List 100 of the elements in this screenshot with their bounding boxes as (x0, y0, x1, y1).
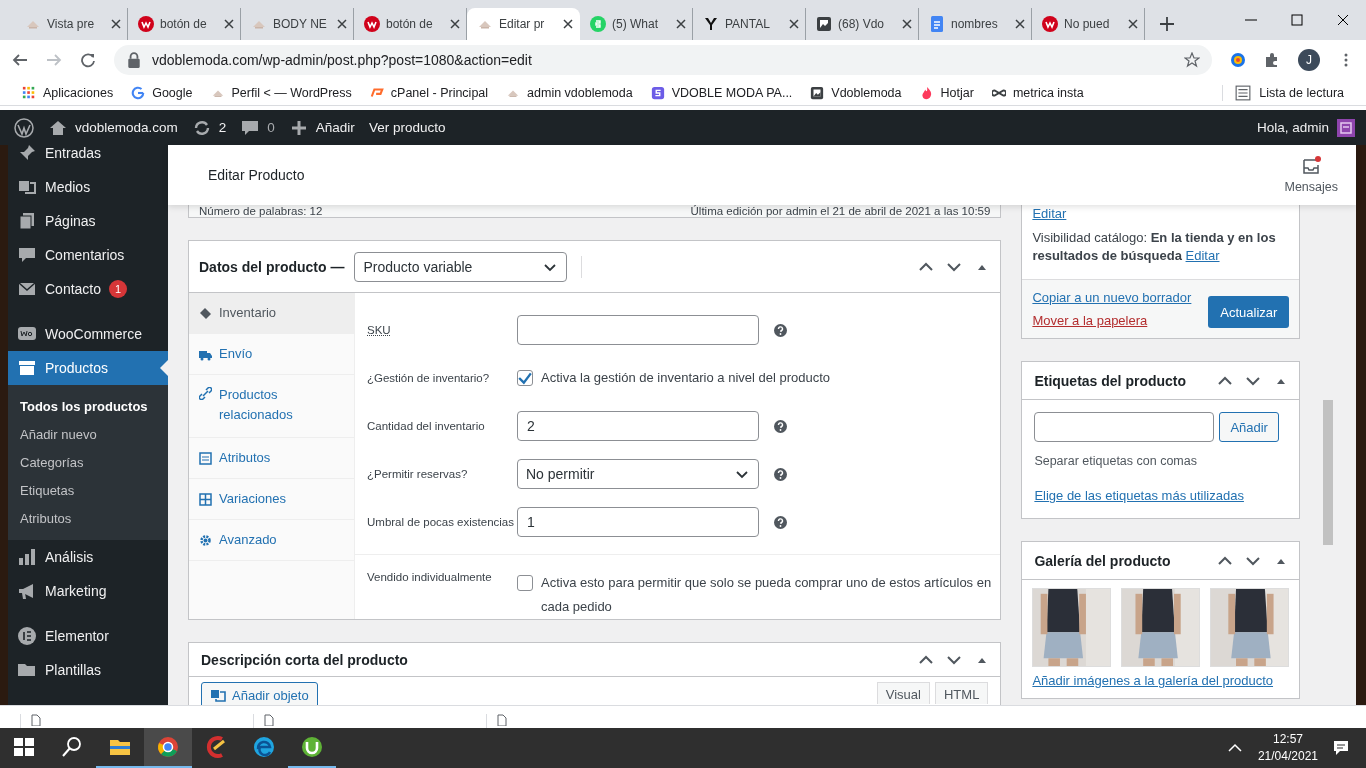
product-data-tab[interactable]: Inventario (189, 293, 354, 334)
submenu-item[interactable]: Categorías (8, 448, 168, 476)
menu-item[interactable]: Análisis (8, 540, 168, 574)
menu-item[interactable]: WooCommerce (8, 317, 168, 351)
add-new-link[interactable]: Añadir (315, 120, 355, 135)
bookmark-link[interactable]: Vdoblemoda (831, 85, 902, 100)
greeting-link[interactable]: Hola, admin (1256, 120, 1329, 135)
editor-tab[interactable]: Visual (876, 682, 930, 704)
product-data-tab[interactable]: Variaciones (189, 479, 354, 520)
browser-icon[interactable] (156, 735, 180, 759)
submenu-item[interactable]: Todos los productos (8, 392, 168, 420)
chat-icon (590, 16, 606, 32)
trash-link[interactable]: Mover a la papelera (1032, 313, 1192, 328)
truck-icon (199, 348, 212, 361)
updates-count[interactable]: 2 (218, 120, 227, 135)
maximize-icon[interactable] (1289, 12, 1305, 28)
back-icon[interactable] (12, 52, 28, 68)
last-edited-text: Última edición por admin el 21 de abril de 2021 a las 10:59 (690, 205, 991, 217)
menu-item[interactable]: Entradas (8, 145, 168, 170)
select-field[interactable]: No permitir (517, 459, 759, 489)
torrent-icon[interactable] (300, 735, 324, 759)
menu-item[interactable]: Páginas (8, 204, 168, 238)
add-tag-button[interactable]: Añadir (1219, 412, 1279, 442)
site-link[interactable]: vdoblemoda.com (75, 120, 178, 135)
product-data-tab[interactable]: Envío (189, 334, 354, 375)
bookmark-link[interactable]: VDOBLE MODA PA... (671, 85, 793, 100)
close-icon[interactable] (337, 19, 347, 29)
close-icon[interactable] (1335, 12, 1351, 28)
bookmark-link[interactable]: metrica insta (1012, 85, 1084, 100)
edit-link[interactable]: Editar (1185, 247, 1220, 265)
field-label: Vendido individualmente (367, 571, 493, 583)
menu-item[interactable]: Marketing (8, 574, 168, 608)
notification-icon[interactable] (1332, 739, 1350, 757)
extension-color-icon[interactable] (1230, 52, 1246, 68)
close-icon[interactable] (902, 19, 912, 29)
product-type-select[interactable]: Producto variable (354, 251, 568, 282)
close-icon[interactable] (676, 19, 686, 29)
view-product-link[interactable]: Ver producto (368, 120, 446, 135)
wordpress-icon[interactable] (14, 117, 34, 138)
menu-item[interactable]: Comentarios (8, 238, 168, 272)
reload-icon[interactable] (80, 52, 96, 68)
bookmark-link[interactable]: admin vdoblemoda (527, 85, 633, 100)
popular-tags-link[interactable]: Elige de las etiquetas más utilizadas (1034, 488, 1244, 503)
bookmark-link[interactable]: cPanel - Principal (390, 85, 489, 100)
gear-icon (199, 534, 212, 547)
cpanel-icon (369, 85, 384, 100)
tag-input[interactable] (1034, 412, 1215, 442)
close-icon[interactable] (563, 19, 573, 29)
checkbox-label: Activa esto para permitir que solo se pueda comprar uno de estos artículos en cada pedido (541, 574, 993, 616)
star-icon[interactable] (1184, 52, 1200, 68)
browser-tab[interactable]: Editar pr (467, 8, 580, 40)
menu-item[interactable]: Contacto 1 (8, 272, 168, 306)
bookmark-link[interactable]: Aplicaciones (43, 85, 114, 100)
close-icon[interactable] (1015, 19, 1025, 29)
close-icon[interactable] (1128, 19, 1138, 29)
list-icon (1235, 84, 1252, 101)
new-tab-icon[interactable] (1159, 16, 1175, 32)
menu-item[interactable]: Medios (8, 170, 168, 204)
bookmark-link[interactable]: Perfil < — WordPress (231, 85, 352, 100)
text-input[interactable]: 1 (517, 507, 759, 537)
reading-list-link[interactable]: Lista de lectura (1259, 85, 1344, 100)
windows-icon[interactable] (12, 735, 36, 759)
copy-draft-link[interactable]: Copiar a un nuevo borrador (1032, 290, 1192, 305)
submenu-item[interactable]: Añadir nuevo (8, 420, 168, 448)
close-icon[interactable] (224, 19, 234, 29)
product-data-tab[interactable]: Productos relacionados (189, 375, 354, 438)
address-bar[interactable]: vdoblemoda.com/wp-admin/post.php?post=1080&action=edit (114, 45, 1212, 75)
update-button[interactable]: Actualizar (1208, 296, 1290, 328)
close-icon[interactable] (789, 19, 799, 29)
close-icon[interactable] (111, 19, 121, 29)
menu-item[interactable]: Plantillas (8, 653, 168, 687)
text-input[interactable]: 2 (517, 411, 759, 441)
checkbox-label: Activa la gestión de inventario a nivel del producto (541, 369, 831, 387)
edit-link[interactable]: Editar (1032, 205, 1067, 223)
checkbox[interactable] (517, 575, 533, 591)
menu-item[interactable]: Productos (8, 351, 168, 385)
clock-time[interactable]: 12:57 (1272, 731, 1303, 748)
add-gallery-images-link[interactable]: Añadir imágenes a la galería del producto (1032, 673, 1290, 688)
submenu-item[interactable]: Etiquetas (8, 476, 168, 504)
editor-tab[interactable]: HTML (935, 682, 989, 704)
menu-item[interactable]: Elementor (8, 619, 168, 653)
profile-avatar[interactable]: J (1298, 49, 1320, 71)
product-data-tab[interactable]: Avanzado (189, 520, 354, 561)
search-icon[interactable] (60, 735, 84, 759)
clock-date[interactable]: 21/04/2021 (1257, 748, 1318, 765)
text-input[interactable] (517, 315, 759, 345)
puzzle-icon[interactable] (1264, 52, 1280, 68)
hint-text: Separar etiquetas con comas (1034, 454, 1198, 468)
bookmark-link[interactable]: Google (152, 85, 193, 100)
close-icon[interactable] (450, 19, 460, 29)
add-media-button[interactable]: Añadir objeto (201, 682, 318, 705)
comments-count[interactable]: 0 (267, 120, 275, 135)
product-data-tab[interactable]: Atributos (189, 438, 354, 479)
bookmark-link[interactable]: Hotjar (940, 85, 974, 100)
w-icon (364, 16, 380, 32)
edge-icon[interactable] (252, 735, 276, 759)
messages-button[interactable]: Mensajes (1278, 155, 1344, 195)
panel-title: Descripción corta del producto (201, 651, 408, 668)
checkbox[interactable] (517, 370, 533, 386)
submenu-item[interactable]: Atributos (8, 504, 168, 532)
